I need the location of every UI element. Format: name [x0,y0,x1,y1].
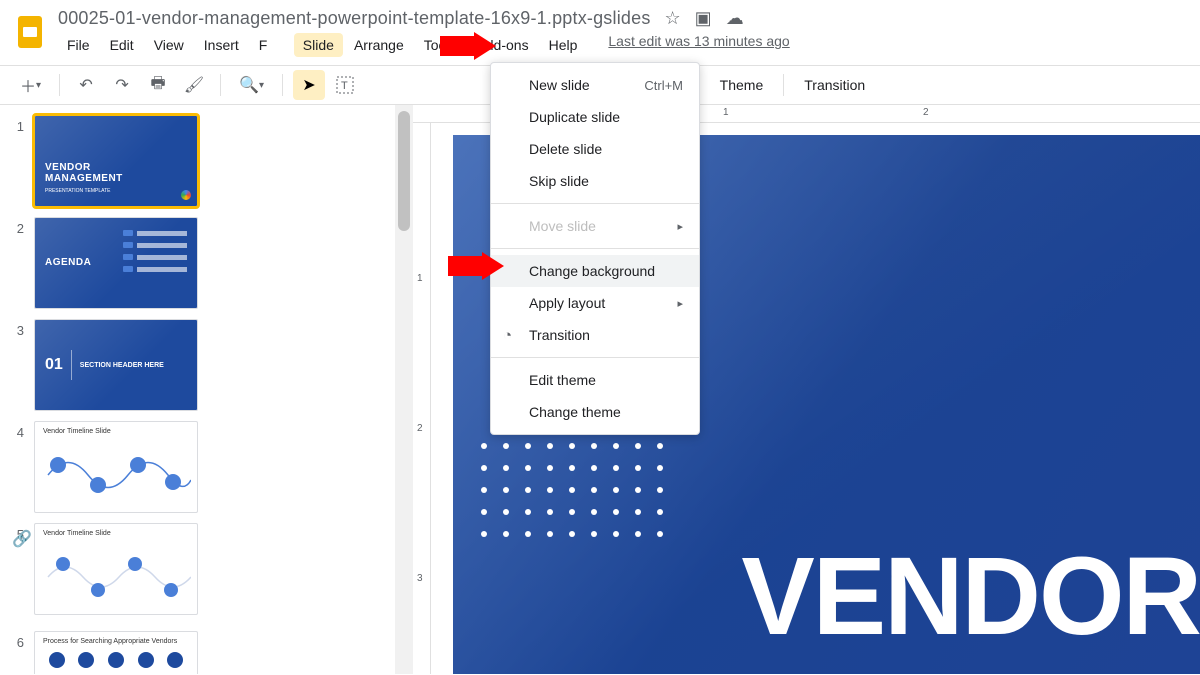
menu-new-slide[interactable]: New slideCtrl+M [491,69,699,101]
thumb-number: 4 [10,421,34,440]
annotation-arrow-change-bg [448,252,504,280]
thumb-label: Vendor Timeline Slide [43,530,111,537]
menu-view[interactable]: View [145,33,193,57]
menu-edit[interactable]: Edit [101,33,143,57]
textbox-tool-button[interactable]: T [329,70,361,100]
cloud-status-icon[interactable]: ☁ [726,8,744,29]
print-button[interactable]: 🖶 [142,70,174,100]
thumb-slide-5[interactable]: Vendor Timeline Slide [34,523,198,615]
menu-apply-layout[interactable]: Apply layout▸ [491,287,699,319]
thumb-subtitle: PRESENTATION TEMPLATE [45,188,110,194]
slide-title: VENDOR [741,533,1200,660]
link-icon: 🔗 [12,529,28,549]
timeline-graphic [43,450,191,500]
new-slide-button[interactable]: ＋ ▾ [12,70,49,100]
redo-button[interactable]: ↷ [106,70,138,100]
menu-arrange[interactable]: Arrange [345,33,413,57]
section-header: SECTION HEADER HERE [80,362,164,369]
zoom-button[interactable]: 🔍 ▾ [231,70,272,100]
menu-move-slide: Move slide▸ [491,210,699,242]
move-icon[interactable]: ▣ [695,8,712,29]
timeline-graphic [43,552,191,602]
theme-button[interactable]: Theme [710,77,774,93]
thumb-slide-3[interactable]: 01 SECTION HEADER HERE [34,319,198,411]
menu-slide[interactable]: Slide [294,33,343,57]
thumb-agenda [123,230,187,278]
slide-menu-dropdown: New slideCtrl+M Duplicate slide Delete s… [490,62,700,435]
svg-text:T: T [341,80,348,92]
menu-insert[interactable]: Insert [195,33,248,57]
thumb-number: 2 [10,217,34,236]
menu-transition[interactable]: ◔ Transition [491,319,699,351]
paint-format-button[interactable]: 🖌 [178,70,210,100]
select-tool-button[interactable]: ➤ [293,70,325,100]
header: 00025-01-vendor-management-powerpoint-te… [0,0,1200,57]
menu-edit-theme[interactable]: Edit theme [491,364,699,396]
thumb-title: AGENDA [45,257,91,268]
slides-logo[interactable] [10,12,50,52]
dot-grid-decoration [473,435,671,545]
thumb-label: Process for Searching Appropriate Vendor… [43,638,177,645]
filmstrip-scrollbar[interactable] [395,105,413,674]
annotation-arrow-slide-menu [440,32,496,60]
thumb-slide-2[interactable]: AGENDA [34,217,198,309]
menu-help[interactable]: Help [540,33,587,57]
thumb-number: 1 [10,115,34,134]
thumb-number: 6 [10,631,34,650]
thumb-slide-1[interactable]: VENDOR MANAGEMENT PRESENTATION TEMPLATE [34,115,198,207]
thumb-label: Vendor Timeline Slide [43,428,111,435]
thumb-logo-icon [181,190,191,200]
menu-file[interactable]: File [58,33,99,57]
filmstrip: 1 VENDOR MANAGEMENT PRESENTATION TEMPLAT… [0,105,395,674]
thumb-title: VENDOR MANAGEMENT [45,162,123,184]
menu-format[interactable]: FFormat [250,33,292,57]
menu-change-theme[interactable]: Change theme [491,396,699,428]
scrollbar-thumb[interactable] [398,111,410,231]
process-graphic [35,652,197,668]
thumb-number: 3 [10,319,34,338]
menu-duplicate-slide[interactable]: Duplicate slide [491,101,699,133]
thumb-slide-6[interactable]: Process for Searching Appropriate Vendor… [34,631,198,674]
transition-button[interactable]: Transition [794,77,875,93]
document-title[interactable]: 00025-01-vendor-management-powerpoint-te… [58,8,651,29]
transition-icon: ◔ [503,327,512,344]
menu-bar: File Edit View Insert FFormat Slide Arra… [58,33,1200,57]
section-number: 01 [45,356,63,374]
undo-button[interactable]: ↶ [70,70,102,100]
last-edit-link[interactable]: Last edit was 13 minutes ago [608,33,789,57]
menu-skip-slide[interactable]: Skip slide [491,165,699,197]
thumb-slide-4[interactable]: Vendor Timeline Slide [34,421,198,513]
menu-delete-slide[interactable]: Delete slide [491,133,699,165]
star-icon[interactable]: ☆ [665,8,681,29]
ruler-vertical: 1 2 3 [413,123,431,674]
menu-change-background[interactable]: Change background [491,255,699,287]
